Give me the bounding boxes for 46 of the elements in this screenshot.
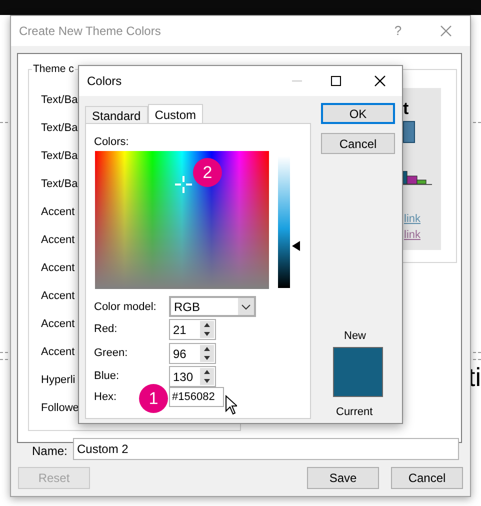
window-title: Colors	[87, 73, 122, 90]
theme-color-label: Accent	[41, 345, 75, 360]
number-spinner[interactable]: 96	[169, 343, 216, 364]
bar-chart-drawing	[403, 171, 432, 185]
channel-label: Green:	[94, 346, 128, 361]
theme-color-label: Accent	[41, 205, 75, 220]
number-spinner[interactable]: 21	[169, 319, 216, 340]
channel-label: Red:	[94, 322, 118, 337]
name-label: Name:	[32, 443, 68, 460]
maximize-icon[interactable]	[331, 76, 341, 86]
name-field[interactable]: Custom 2	[73, 438, 459, 460]
sample-heading: t	[403, 100, 409, 117]
dialog-button[interactable]: OK	[321, 103, 395, 124]
dialog-button[interactable]: Save	[307, 467, 379, 489]
theme-color-label: Followe	[41, 401, 79, 416]
dialog-button[interactable]: Cancel	[321, 133, 395, 154]
new-label: New	[344, 329, 366, 344]
spin-arrows-icon[interactable]	[200, 321, 214, 338]
hex-field[interactable]: #156082	[169, 387, 224, 407]
close-icon[interactable]	[374, 75, 386, 87]
spin-arrows-icon[interactable]	[200, 368, 214, 385]
theme-color-label: Accent	[41, 261, 75, 276]
sample-shape	[403, 121, 415, 143]
theme-color-label: Text/Ba	[41, 93, 78, 108]
channel-label: Blue:	[94, 369, 120, 384]
color-model-label: Color model:	[94, 300, 156, 315]
theme-color-label: Accent	[41, 289, 75, 304]
theme-color-label: Text/Ba	[41, 149, 78, 164]
current-label: Current	[336, 405, 373, 420]
theme-color-label: Text/Ba	[41, 177, 78, 192]
theme-color-label: Text/Ba	[41, 121, 78, 136]
colors-label: Colors:	[94, 135, 129, 150]
spin-arrows-icon[interactable]	[200, 345, 214, 362]
cursor-icon	[225, 395, 237, 415]
number-spinner[interactable]: 130	[169, 366, 216, 387]
hex-label: Hex:	[94, 390, 117, 405]
theme-color-label: Accent	[41, 317, 75, 332]
window-title: Create New Theme Colors	[19, 23, 161, 40]
crosshair-icon	[175, 176, 192, 193]
theme-color-label: Hyperli	[41, 373, 76, 388]
sample-link[interactable]: link	[404, 227, 421, 244]
theme-color-label: Accent	[41, 233, 75, 248]
slider-arrow-icon[interactable]	[292, 240, 300, 251]
color-model-dropdown[interactable]: RGB	[169, 296, 256, 317]
dialog-button[interactable]: Cancel	[391, 467, 463, 489]
chevron-down-icon	[238, 298, 254, 315]
